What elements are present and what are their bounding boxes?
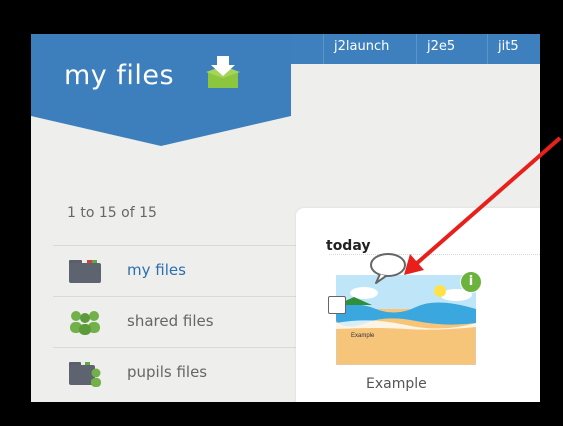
speech-bubble-icon[interactable] xyxy=(368,252,408,286)
title-banner-point xyxy=(31,116,291,146)
sidebar-item-label: pupils files xyxy=(127,363,208,381)
file-thumbnail[interactable]: Example xyxy=(336,275,476,365)
pupil-folder-icon xyxy=(69,362,101,387)
sidebar-item-shared-files[interactable]: shared files xyxy=(53,296,316,347)
tab-jit5[interactable]: jit5 xyxy=(487,34,540,64)
file-count: 1 to 15 of 15 xyxy=(67,205,157,221)
file-select-checkbox[interactable] xyxy=(328,296,346,314)
sidebar-item-my-files[interactable]: my files xyxy=(53,245,316,296)
divider xyxy=(329,254,540,255)
sidebar-item-label: shared files xyxy=(127,312,214,330)
app-frame: j2launch j2e5 jit5 my files 1 to 15 of 1… xyxy=(31,34,540,402)
people-icon xyxy=(70,311,100,335)
sidebar-nav: my files shared files pupils files xyxy=(53,245,316,398)
info-icon[interactable]: i xyxy=(460,271,482,293)
page-title: my files xyxy=(64,60,175,91)
tab-j2launch[interactable]: j2launch xyxy=(323,34,416,64)
files-panel: today Example i Example xyxy=(296,208,540,402)
tab-j2e5[interactable]: j2e5 xyxy=(416,34,487,64)
file-name-label[interactable]: Example xyxy=(366,376,427,392)
folder-icon xyxy=(69,260,101,283)
sidebar-item-pupils-files[interactable]: pupils files xyxy=(53,347,316,398)
download-box-icon xyxy=(206,56,240,88)
thumbnail-caption: Example xyxy=(351,333,375,339)
section-title: today xyxy=(326,238,371,254)
sidebar-item-label: my files xyxy=(127,261,186,279)
